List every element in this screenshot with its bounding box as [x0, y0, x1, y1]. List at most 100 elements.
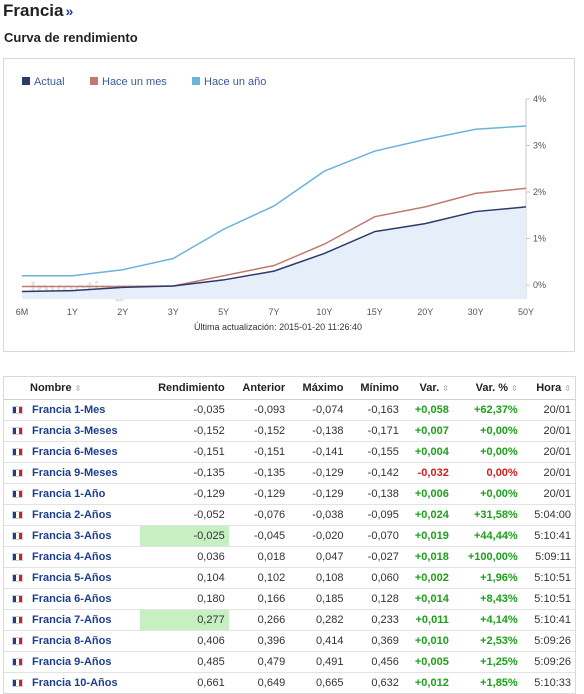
table-body: Francia 1-Mes -0,035 -0,093 -0,074 -0,163 +0,…	[4, 399, 575, 693]
bond-name-link[interactable]: Francia 5-Años	[32, 572, 111, 584]
bond-name-link[interactable]: Francia 9-Meses	[32, 467, 118, 479]
hora-cell: 5:10:41	[521, 609, 575, 631]
bond-name-link[interactable]: Francia 7-Años	[32, 614, 111, 626]
france-flag-icon	[12, 532, 23, 541]
anterior-cell: -0,151	[228, 441, 290, 463]
hora-cell: 20/01	[521, 441, 575, 463]
legend-label[interactable]: Hace un mes	[102, 76, 167, 88]
header-nombre[interactable]: Nombre ⇳	[26, 377, 140, 400]
y-tick-label: 0%	[533, 280, 546, 290]
var-cell: +0,018	[402, 546, 453, 568]
header-var-pct[interactable]: Var. % ⇳	[452, 377, 522, 400]
legend-label[interactable]: Hace un año	[204, 76, 266, 88]
bond-name-cell: Francia 1-Año	[26, 483, 140, 505]
france-flag-icon	[12, 595, 23, 604]
anterior-cell: 0,266	[228, 609, 290, 631]
var-cell: +0,058	[402, 399, 453, 421]
table-row: Francia 8-Años 0,406 0,396 0,414 0,369 +0,010…	[4, 630, 575, 652]
france-flag-icon	[12, 406, 23, 415]
header-var[interactable]: Var. ⇳	[402, 377, 453, 400]
bond-name-cell: Francia 10-Años	[26, 672, 140, 693]
bond-name-link[interactable]: Francia 1-Año	[32, 488, 105, 500]
header-maximo[interactable]: Máximo	[289, 377, 348, 400]
rendimiento-cell: -0,129	[139, 483, 229, 505]
rendimiento-cell: -0,151	[139, 441, 229, 463]
france-flag-icon	[12, 679, 23, 688]
x-tick-label: 1Y	[67, 307, 78, 317]
title-arrow[interactable]: »	[65, 3, 73, 19]
anterior-cell: -0,152	[228, 420, 290, 442]
hora-cell: 5:10:41	[521, 525, 575, 547]
table-header-row: Nombre ⇳ Rendimiento Anterior Máximo Míni…	[4, 377, 575, 400]
bond-name-link[interactable]: Francia 8-Años	[32, 635, 111, 647]
minimo-cell: -0,163	[347, 399, 403, 421]
x-tick-label: 7Y	[268, 307, 279, 317]
maximo-cell: -0,141	[289, 441, 348, 463]
legend-label[interactable]: Actual	[34, 76, 65, 88]
var-pct-cell: +0,00%	[452, 483, 522, 505]
page-title[interactable]: Francia»	[3, 0, 73, 22]
bond-name-link[interactable]: Francia 2-Años	[32, 509, 111, 521]
flag-cell	[4, 462, 26, 484]
var-pct-cell: +100,00%	[452, 546, 522, 568]
sort-icon[interactable]: ⇳	[75, 384, 82, 393]
country-title[interactable]: Francia	[3, 1, 63, 20]
rendimiento-cell: 0,180	[139, 588, 229, 610]
rendimiento-cell: -0,025	[139, 525, 229, 547]
minimo-cell: -0,142	[347, 462, 403, 484]
france-flag-icon	[12, 490, 23, 499]
table-row: Francia 6-Meses -0,151 -0,151 -0,141 -0,155 +…	[4, 441, 575, 463]
header-rendimiento[interactable]: Rendimiento	[139, 377, 229, 400]
y-tick-label: 1%	[533, 234, 546, 244]
sort-icon[interactable]: ⇳	[564, 384, 571, 393]
bond-name-link[interactable]: Francia 3-Meses	[32, 425, 118, 437]
var-pct-cell: 0,00%	[452, 462, 522, 484]
rendimiento-cell: 0,485	[139, 651, 229, 673]
var-pct-cell: +44,44%	[452, 525, 522, 547]
bond-name-link[interactable]: Francia 1-Mes	[32, 404, 105, 416]
maximo-cell: 0,665	[289, 672, 348, 693]
bond-name-cell: Francia 4-Años	[26, 546, 140, 568]
minimo-cell: 0,128	[347, 588, 403, 610]
yield-curve-svg: ActualHace un mesHace un año4%3%2%1%0%In…	[16, 76, 546, 332]
sort-icon[interactable]: ⇳	[442, 384, 449, 393]
france-flag-icon	[12, 427, 23, 436]
bond-name-link[interactable]: Francia 6-Años	[32, 593, 111, 605]
var-pct-cell: +2,53%	[452, 630, 522, 652]
var-cell: +0,024	[402, 504, 453, 526]
maximo-cell: -0,038	[289, 504, 348, 526]
flag-cell	[4, 399, 26, 421]
table-row: Francia 9-Meses -0,135 -0,135 -0,129 -0,142-…	[4, 462, 575, 484]
header-hora[interactable]: Hora ⇳	[521, 377, 575, 400]
hora-cell: 5:04:00	[521, 504, 575, 526]
x-tick-label: 6M	[16, 307, 29, 317]
table-row: Francia 4-Años 0,036 0,018 0,047 -0,027 +0,01…	[4, 546, 575, 568]
sort-icon[interactable]: ⇳	[511, 384, 518, 393]
france-flag-icon	[12, 658, 23, 667]
bond-name-link[interactable]: Francia 4-Años	[32, 551, 111, 563]
var-cell: +0,010	[402, 630, 453, 652]
y-tick-label: 3%	[533, 141, 546, 151]
flag-cell	[4, 525, 26, 547]
header-anterior[interactable]: Anterior	[228, 377, 290, 400]
table-row: Francia 9-Años 0,485 0,479 0,491 0,456 +0,005…	[4, 651, 575, 673]
anterior-cell: 0,479	[228, 651, 290, 673]
legend-swatch	[192, 77, 200, 85]
bond-name-link[interactable]: Francia 3-Años	[32, 530, 111, 542]
var-cell: +0,007	[402, 420, 453, 442]
table-row: Francia 1-Mes -0,035 -0,093 -0,074 -0,163 +0,…	[4, 399, 575, 421]
anterior-cell: 0,166	[228, 588, 290, 610]
var-pct-cell: +1,96%	[452, 567, 522, 589]
bond-name-link[interactable]: Francia 9-Años	[32, 656, 111, 668]
bond-name-link[interactable]: Francia 6-Meses	[32, 446, 118, 458]
maximo-cell: 0,414	[289, 630, 348, 652]
header-minimo[interactable]: Mínimo	[347, 377, 403, 400]
legend-swatch	[22, 77, 30, 85]
bond-name-link[interactable]: Francia 10-Años	[32, 677, 118, 689]
x-tick-label: 50Y	[518, 307, 534, 317]
x-tick-label: 10Y	[316, 307, 332, 317]
legend-swatch	[90, 77, 98, 85]
table-row: Francia 3-Meses -0,152 -0,152 -0,138 -0,171 +…	[4, 420, 575, 442]
anterior-cell: -0,076	[228, 504, 290, 526]
hora-cell: 5:10:51	[521, 588, 575, 610]
